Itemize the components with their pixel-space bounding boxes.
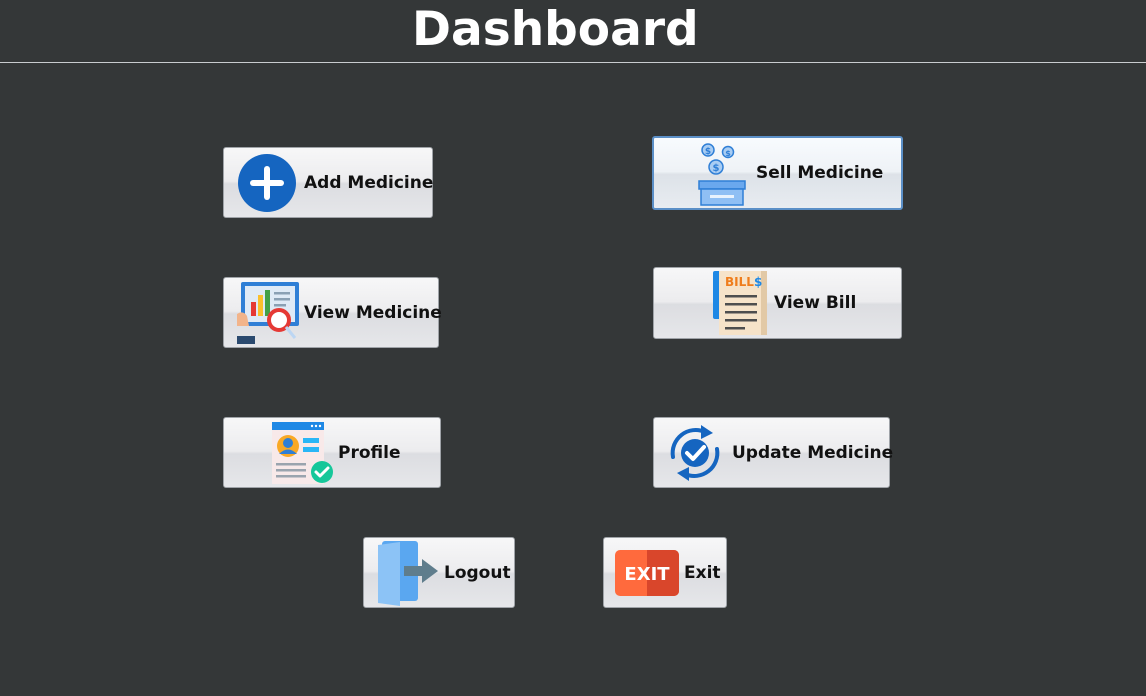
profile-label: Profile xyxy=(338,442,401,463)
svg-text:$: $ xyxy=(725,149,731,158)
sell-medicine-button[interactable]: $ $ $ Sell Medicine xyxy=(652,136,903,210)
bill-icon: BILL $ xyxy=(710,269,770,337)
report-magnifier-icon xyxy=(234,280,302,346)
svg-text:$: $ xyxy=(705,147,711,157)
view-medicine-label: View Medicine xyxy=(304,302,442,323)
bill-icon-dollar: $ xyxy=(754,275,762,289)
svg-text:$: $ xyxy=(713,163,720,174)
exit-sign-icon: EXIT xyxy=(614,548,680,598)
door-exit-icon xyxy=(374,539,442,607)
sell-medicine-label: Sell Medicine xyxy=(756,163,884,183)
refresh-check-icon xyxy=(664,421,726,485)
add-medicine-button[interactable]: Add Medicine xyxy=(223,147,433,218)
profile-button[interactable]: Profile xyxy=(223,417,441,488)
add-medicine-label: Add Medicine xyxy=(304,172,434,193)
exit-sign-text: EXIT xyxy=(624,564,670,585)
view-medicine-button[interactable]: View Medicine xyxy=(223,277,442,348)
logout-button[interactable]: Logout xyxy=(363,537,515,608)
exit-button[interactable]: EXIT Exit xyxy=(603,537,727,608)
header-divider xyxy=(0,62,1146,63)
update-medicine-label: Update Medicine xyxy=(732,442,894,463)
plus-circle-icon xyxy=(236,152,298,214)
profile-card-icon xyxy=(270,420,334,486)
view-bill-button[interactable]: BILL $ View Bill xyxy=(653,267,902,339)
logout-label: Logout xyxy=(444,562,511,583)
page-title: Dashboard xyxy=(412,2,699,57)
cash-box-icon: $ $ $ xyxy=(694,140,750,206)
exit-label: Exit xyxy=(684,562,721,583)
update-medicine-button[interactable]: Update Medicine xyxy=(653,417,894,488)
bill-icon-word: BILL xyxy=(725,275,754,289)
view-bill-label: View Bill xyxy=(774,293,857,313)
